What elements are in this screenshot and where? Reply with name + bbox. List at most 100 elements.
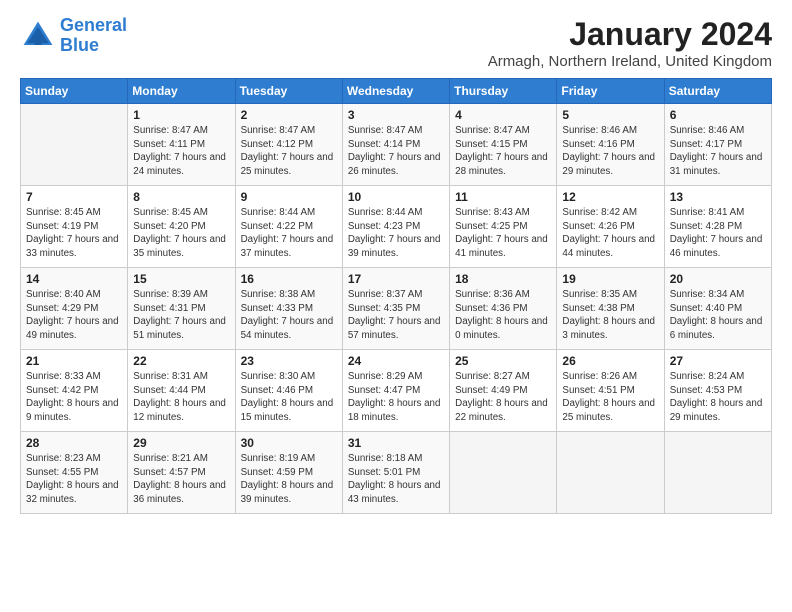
header-row: Sunday Monday Tuesday Wednesday Thursday… xyxy=(21,79,772,104)
day-detail: Sunrise: 8:19 AMSunset: 4:59 PMDaylight:… xyxy=(241,452,337,507)
title-block: January 2024 Armagh, Northern Ireland, U… xyxy=(488,16,772,70)
day-cell: 22 Sunrise: 8:31 AMSunset: 4:44 PMDaylig… xyxy=(128,350,235,432)
day-cell: 3 Sunrise: 8:47 AMSunset: 4:14 PMDayligh… xyxy=(342,104,449,186)
day-detail: Sunrise: 8:47 AMSunset: 4:14 PMDaylight:… xyxy=(348,124,444,179)
day-number: 8 xyxy=(133,190,229,204)
logo-line2: Blue xyxy=(60,35,99,55)
page: General Blue January 2024 Armagh, Northe… xyxy=(0,0,792,612)
day-detail: Sunrise: 8:35 AMSunset: 4:38 PMDaylight:… xyxy=(562,288,658,343)
logo: General Blue xyxy=(20,16,127,56)
day-number: 3 xyxy=(348,108,444,122)
day-cell: 20 Sunrise: 8:34 AMSunset: 4:40 PMDaylig… xyxy=(664,268,771,350)
day-cell: 28 Sunrise: 8:23 AMSunset: 4:55 PMDaylig… xyxy=(21,432,128,514)
header: General Blue January 2024 Armagh, Northe… xyxy=(20,16,772,70)
day-number: 30 xyxy=(241,436,337,450)
calendar-title: January 2024 xyxy=(488,16,772,53)
day-detail: Sunrise: 8:45 AMSunset: 4:19 PMDaylight:… xyxy=(26,206,122,261)
day-cell xyxy=(557,432,664,514)
day-number: 10 xyxy=(348,190,444,204)
day-detail: Sunrise: 8:31 AMSunset: 4:44 PMDaylight:… xyxy=(133,370,229,425)
col-wednesday: Wednesday xyxy=(342,79,449,104)
col-saturday: Saturday xyxy=(664,79,771,104)
day-detail: Sunrise: 8:47 AMSunset: 4:12 PMDaylight:… xyxy=(241,124,337,179)
day-number: 27 xyxy=(670,354,766,368)
col-tuesday: Tuesday xyxy=(235,79,342,104)
day-cell: 18 Sunrise: 8:36 AMSunset: 4:36 PMDaylig… xyxy=(450,268,557,350)
day-number: 4 xyxy=(455,108,551,122)
day-number: 9 xyxy=(241,190,337,204)
day-number: 2 xyxy=(241,108,337,122)
day-cell: 25 Sunrise: 8:27 AMSunset: 4:49 PMDaylig… xyxy=(450,350,557,432)
logo-text: General Blue xyxy=(60,16,127,56)
day-detail: Sunrise: 8:24 AMSunset: 4:53 PMDaylight:… xyxy=(670,370,766,425)
calendar-table: Sunday Monday Tuesday Wednesday Thursday… xyxy=(20,78,772,514)
day-detail: Sunrise: 8:36 AMSunset: 4:36 PMDaylight:… xyxy=(455,288,551,343)
day-detail: Sunrise: 8:38 AMSunset: 4:33 PMDaylight:… xyxy=(241,288,337,343)
day-number: 16 xyxy=(241,272,337,286)
day-number: 31 xyxy=(348,436,444,450)
day-detail: Sunrise: 8:43 AMSunset: 4:25 PMDaylight:… xyxy=(455,206,551,261)
day-number: 20 xyxy=(670,272,766,286)
day-cell: 26 Sunrise: 8:26 AMSunset: 4:51 PMDaylig… xyxy=(557,350,664,432)
day-cell: 11 Sunrise: 8:43 AMSunset: 4:25 PMDaylig… xyxy=(450,186,557,268)
day-detail: Sunrise: 8:46 AMSunset: 4:16 PMDaylight:… xyxy=(562,124,658,179)
day-detail: Sunrise: 8:44 AMSunset: 4:22 PMDaylight:… xyxy=(241,206,337,261)
day-cell: 9 Sunrise: 8:44 AMSunset: 4:22 PMDayligh… xyxy=(235,186,342,268)
day-detail: Sunrise: 8:41 AMSunset: 4:28 PMDaylight:… xyxy=(670,206,766,261)
day-detail: Sunrise: 8:40 AMSunset: 4:29 PMDaylight:… xyxy=(26,288,122,343)
day-detail: Sunrise: 8:44 AMSunset: 4:23 PMDaylight:… xyxy=(348,206,444,261)
day-cell: 24 Sunrise: 8:29 AMSunset: 4:47 PMDaylig… xyxy=(342,350,449,432)
day-detail: Sunrise: 8:26 AMSunset: 4:51 PMDaylight:… xyxy=(562,370,658,425)
day-cell: 10 Sunrise: 8:44 AMSunset: 4:23 PMDaylig… xyxy=(342,186,449,268)
day-detail: Sunrise: 8:33 AMSunset: 4:42 PMDaylight:… xyxy=(26,370,122,425)
day-detail: Sunrise: 8:37 AMSunset: 4:35 PMDaylight:… xyxy=(348,288,444,343)
day-detail: Sunrise: 8:18 AMSunset: 5:01 PMDaylight:… xyxy=(348,452,444,507)
day-cell: 12 Sunrise: 8:42 AMSunset: 4:26 PMDaylig… xyxy=(557,186,664,268)
day-detail: Sunrise: 8:42 AMSunset: 4:26 PMDaylight:… xyxy=(562,206,658,261)
day-cell: 19 Sunrise: 8:35 AMSunset: 4:38 PMDaylig… xyxy=(557,268,664,350)
day-cell: 7 Sunrise: 8:45 AMSunset: 4:19 PMDayligh… xyxy=(21,186,128,268)
day-number: 15 xyxy=(133,272,229,286)
day-number: 5 xyxy=(562,108,658,122)
day-number: 26 xyxy=(562,354,658,368)
day-detail: Sunrise: 8:45 AMSunset: 4:20 PMDaylight:… xyxy=(133,206,229,261)
col-thursday: Thursday xyxy=(450,79,557,104)
day-cell xyxy=(664,432,771,514)
day-detail: Sunrise: 8:21 AMSunset: 4:57 PMDaylight:… xyxy=(133,452,229,507)
week-row-3: 14 Sunrise: 8:40 AMSunset: 4:29 PMDaylig… xyxy=(21,268,772,350)
week-row-4: 21 Sunrise: 8:33 AMSunset: 4:42 PMDaylig… xyxy=(21,350,772,432)
day-number: 29 xyxy=(133,436,229,450)
day-number: 17 xyxy=(348,272,444,286)
day-number: 23 xyxy=(241,354,337,368)
day-number: 7 xyxy=(26,190,122,204)
calendar-subtitle: Armagh, Northern Ireland, United Kingdom xyxy=(488,53,772,70)
day-number: 12 xyxy=(562,190,658,204)
day-number: 6 xyxy=(670,108,766,122)
day-cell: 23 Sunrise: 8:30 AMSunset: 4:46 PMDaylig… xyxy=(235,350,342,432)
day-detail: Sunrise: 8:30 AMSunset: 4:46 PMDaylight:… xyxy=(241,370,337,425)
day-number: 21 xyxy=(26,354,122,368)
day-detail: Sunrise: 8:29 AMSunset: 4:47 PMDaylight:… xyxy=(348,370,444,425)
day-cell: 13 Sunrise: 8:41 AMSunset: 4:28 PMDaylig… xyxy=(664,186,771,268)
col-friday: Friday xyxy=(557,79,664,104)
day-number: 14 xyxy=(26,272,122,286)
week-row-2: 7 Sunrise: 8:45 AMSunset: 4:19 PMDayligh… xyxy=(21,186,772,268)
day-cell: 17 Sunrise: 8:37 AMSunset: 4:35 PMDaylig… xyxy=(342,268,449,350)
day-detail: Sunrise: 8:47 AMSunset: 4:15 PMDaylight:… xyxy=(455,124,551,179)
logo-icon xyxy=(20,18,56,54)
day-cell: 8 Sunrise: 8:45 AMSunset: 4:20 PMDayligh… xyxy=(128,186,235,268)
day-cell: 31 Sunrise: 8:18 AMSunset: 5:01 PMDaylig… xyxy=(342,432,449,514)
day-cell: 1 Sunrise: 8:47 AMSunset: 4:11 PMDayligh… xyxy=(128,104,235,186)
day-cell: 5 Sunrise: 8:46 AMSunset: 4:16 PMDayligh… xyxy=(557,104,664,186)
day-number: 25 xyxy=(455,354,551,368)
day-cell: 29 Sunrise: 8:21 AMSunset: 4:57 PMDaylig… xyxy=(128,432,235,514)
col-monday: Monday xyxy=(128,79,235,104)
day-cell xyxy=(450,432,557,514)
day-detail: Sunrise: 8:47 AMSunset: 4:11 PMDaylight:… xyxy=(133,124,229,179)
day-cell: 6 Sunrise: 8:46 AMSunset: 4:17 PMDayligh… xyxy=(664,104,771,186)
day-cell: 21 Sunrise: 8:33 AMSunset: 4:42 PMDaylig… xyxy=(21,350,128,432)
day-cell: 4 Sunrise: 8:47 AMSunset: 4:15 PMDayligh… xyxy=(450,104,557,186)
day-number: 13 xyxy=(670,190,766,204)
week-row-5: 28 Sunrise: 8:23 AMSunset: 4:55 PMDaylig… xyxy=(21,432,772,514)
day-cell: 2 Sunrise: 8:47 AMSunset: 4:12 PMDayligh… xyxy=(235,104,342,186)
